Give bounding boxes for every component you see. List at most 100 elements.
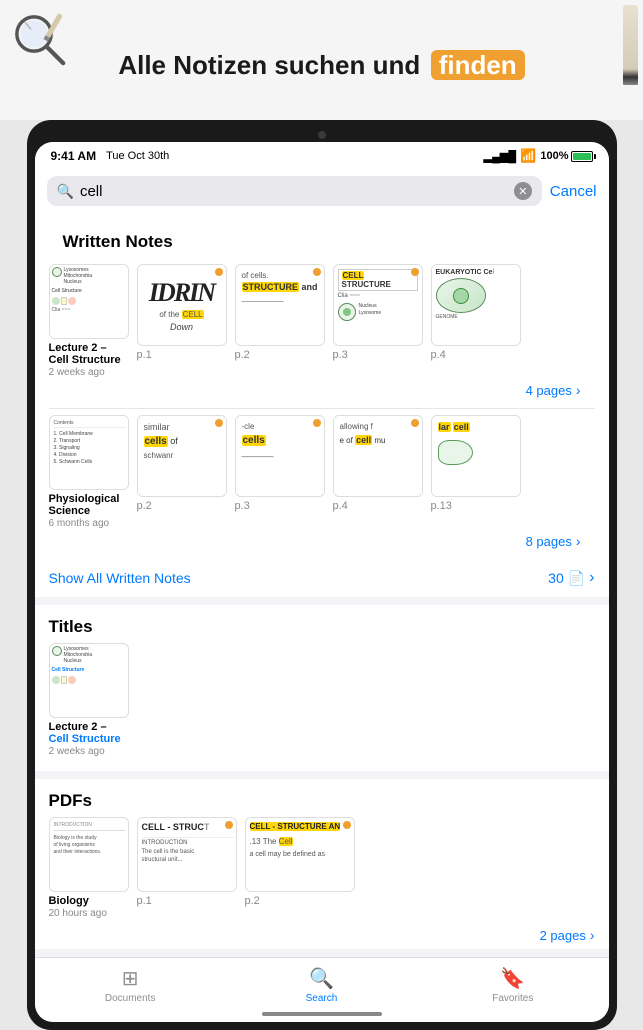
chevron-right-show-all: › <box>589 569 594 587</box>
titles-cell-structure: Cell Structure <box>49 733 121 745</box>
note-thumb-phys-p13: lar cell <box>431 415 521 497</box>
pdf-cell-struct-content: CELL - STRUCT INTRODUCTION The cell is t… <box>138 818 237 892</box>
note-thumb-p1: IDRIN of the CELL Down <box>137 264 227 346</box>
tab-favorites[interactable]: 🔖 Favorites <box>417 966 608 1004</box>
tab-search[interactable]: 🔍 Search <box>226 966 417 1004</box>
status-date: Tue Oct 30th <box>106 150 169 162</box>
first-note-group: LysosomesMitochondriaNucleus Cell Struct… <box>35 258 609 408</box>
wifi-icon: 📶 <box>520 148 536 164</box>
page-label: p.4 <box>431 349 446 361</box>
highlight-dot <box>313 268 321 276</box>
highlight-dot <box>215 268 223 276</box>
titles-header: Titles <box>35 605 609 643</box>
pdfs-section: PDFs INTRODUCTION Biology is the studyof… <box>35 779 609 949</box>
highlight-dot <box>225 821 233 829</box>
note-thumb-phys: Contents 1. Cell Membrane2. Transport3. … <box>49 415 129 490</box>
similar-content: similar cells of schwanr <box>138 416 226 496</box>
show-all-row[interactable]: Show All Written Notes 30 📄 › <box>35 559 609 597</box>
documents-icon: ⊞ <box>122 966 139 991</box>
note-card-phys-p13[interactable]: lar cell p.13 <box>431 415 521 512</box>
search-icon: 🔍 <box>57 183 74 200</box>
pdf-pages-row[interactable]: 2 pages › <box>35 923 609 949</box>
headline: Alle Notizen suchen und finden <box>118 50 524 81</box>
pdfs-header: PDFs <box>35 779 609 817</box>
cancel-button[interactable]: Cancel <box>550 183 597 200</box>
home-indicator <box>35 1008 609 1022</box>
note-card-cell-structure-main[interactable]: LysosomesMitochondriaNucleus Cell Struct… <box>49 264 129 378</box>
tab-favorites-label: Favorites <box>492 993 533 1004</box>
note-thumb-p4: EUKARYOTIC Cel GENOME <box>431 264 521 346</box>
page-label: p.13 <box>431 500 452 512</box>
page-label: p.2 <box>137 500 152 512</box>
note-card-p1[interactable]: IDRIN of the CELL Down p.1 <box>137 264 227 361</box>
signal-icon: ▂▄▆█ <box>484 150 517 163</box>
note-time-titles: 2 weeks ago <box>49 746 105 757</box>
favorites-icon: 🔖 <box>500 966 525 991</box>
pdfs-cards: INTRODUCTION Biology is the studyof livi… <box>35 817 609 923</box>
cell-text-content: of cells. STRUCTURE and —————— <box>236 265 324 345</box>
show-all-count: 30 <box>548 570 564 586</box>
search-bar-container: 🔍 cell ✕ Cancel <box>35 170 609 214</box>
titles-thumb-content: LysosomesMitochondriaNucleus Cell Struct… <box>50 644 129 718</box>
first-note-row: LysosomesMitochondriaNucleus Cell Struct… <box>49 264 595 378</box>
note-card-p3[interactable]: CELL STRUCTURE Clia ~~~ NucleusLysosome <box>333 264 423 361</box>
pages-count-row2[interactable]: 8 pages › <box>49 529 595 555</box>
note-time: 2 weeks ago <box>49 367 105 378</box>
search-input[interactable]: cell <box>80 183 508 200</box>
note-title-phys: PhysiologicalScience <box>49 493 120 517</box>
note-card-p2[interactable]: of cells. STRUCTURE and —————— p.2 <box>235 264 325 361</box>
show-all-count-area: 30 📄 › <box>548 569 594 587</box>
camera-dot <box>318 131 326 139</box>
pdf-card-p2[interactable]: CELL - STRUCTURE AN .13 The Cell a cell … <box>245 817 355 907</box>
note-title-biology: Biology <box>49 895 107 907</box>
ipad-frame: 9:41 AM Tue Oct 30th ▂▄▆█ 📶 100% 🔍 cell … <box>27 120 617 1030</box>
second-note-row: Contents 1. Cell Membrane2. Transport3. … <box>49 415 595 529</box>
show-all-link[interactable]: Show All Written Notes <box>49 570 191 586</box>
search-results: Written Notes LysosomesMitochondriaNucle… <box>35 214 609 949</box>
tab-documents[interactable]: ⊞ Documents <box>35 966 226 1004</box>
note-card-p4[interactable]: EUKARYOTIC Cel GENOME p.4 <box>431 264 521 361</box>
note-label-biology: Biology 20 hours ago <box>49 895 107 919</box>
home-bar <box>262 1012 382 1016</box>
pdf-thumb-p1: CELL - STRUCT INTRODUCTION The cell is t… <box>137 817 237 892</box>
note-card-titles-main[interactable]: LysosomesMitochondriaNucleus Cell Struct… <box>49 643 129 757</box>
cell-structure-content: CELL STRUCTURE Clia ~~~ NucleusLysosome <box>334 265 422 345</box>
pdf-thumb-biology: INTRODUCTION Biology is the studyof livi… <box>49 817 129 892</box>
allowing-content: allowing f e of cell mu <box>334 416 422 496</box>
clear-search-button[interactable]: ✕ <box>514 182 532 200</box>
idrin-content: IDRIN of the CELL Down <box>138 265 226 345</box>
highlight-dot <box>411 419 419 427</box>
note-card-physiological-main[interactable]: Contents 1. Cell Membrane2. Transport3. … <box>49 415 129 529</box>
pdf-card-biology[interactable]: INTRODUCTION Biology is the studyof livi… <box>49 817 129 919</box>
note-thumb-p2: of cells. STRUCTURE and —————— <box>235 264 325 346</box>
written-notes-section: Written Notes LysosomesMitochondriaNucle… <box>35 214 609 597</box>
note-thumb-phys-p2: similar cells of schwanr <box>137 415 227 497</box>
battery-indicator: 100% <box>540 150 592 162</box>
highlight-dot <box>313 419 321 427</box>
titles-section: Titles LysosomesMitochondriaNucleus Cell… <box>35 605 609 771</box>
pdf-cell2-content: CELL - STRUCTURE AN .13 The Cell a cell … <box>246 818 354 892</box>
note-label: Lecture 2 –Cell Structure 2 weeks ago <box>49 342 121 378</box>
pages-count-row1[interactable]: 4 pages › <box>49 378 595 404</box>
highlight-dot <box>411 268 419 276</box>
note-card-phys-p3[interactable]: -cle cells ———— p.3 <box>235 415 325 512</box>
note-label-phys: PhysiologicalScience 6 months ago <box>49 493 120 529</box>
note-thumb-phys-p3: -cle cells ———— <box>235 415 325 497</box>
cell-struct-thumb-content: LysosomesMitochondriaNucleus Cell Struct… <box>50 265 129 339</box>
status-icons: ▂▄▆█ 📶 100% <box>484 148 593 164</box>
note-thumb-titles: LysosomesMitochondriaNucleus Cell Struct… <box>49 643 129 718</box>
pdf-card-p1[interactable]: CELL - STRUCT INTRODUCTION The cell is t… <box>137 817 237 907</box>
chevron-right-pdf: › <box>590 927 595 943</box>
search-bar[interactable]: 🔍 cell ✕ <box>47 176 542 206</box>
pdf-thumb-p2: CELL - STRUCTURE AN .13 The Cell a cell … <box>245 817 355 892</box>
second-note-group: Contents 1. Cell Membrane2. Transport3. … <box>35 409 609 559</box>
page-label: p.4 <box>333 500 348 512</box>
note-card-phys-p2[interactable]: similar cells of schwanr p.2 <box>137 415 227 512</box>
note-thumb-phys-p4: allowing f e of cell mu <box>333 415 423 497</box>
page-label: p.1 <box>137 349 152 361</box>
note-thumb-p3: CELL STRUCTURE Clia ~~~ NucleusLysosome <box>333 264 423 346</box>
note-card-phys-p4[interactable]: allowing f e of cell mu p.4 <box>333 415 423 512</box>
status-bar: 9:41 AM Tue Oct 30th ▂▄▆█ 📶 100% <box>35 142 609 170</box>
highlight-dot <box>215 419 223 427</box>
page-label-pdf-p2: p.2 <box>245 895 260 907</box>
